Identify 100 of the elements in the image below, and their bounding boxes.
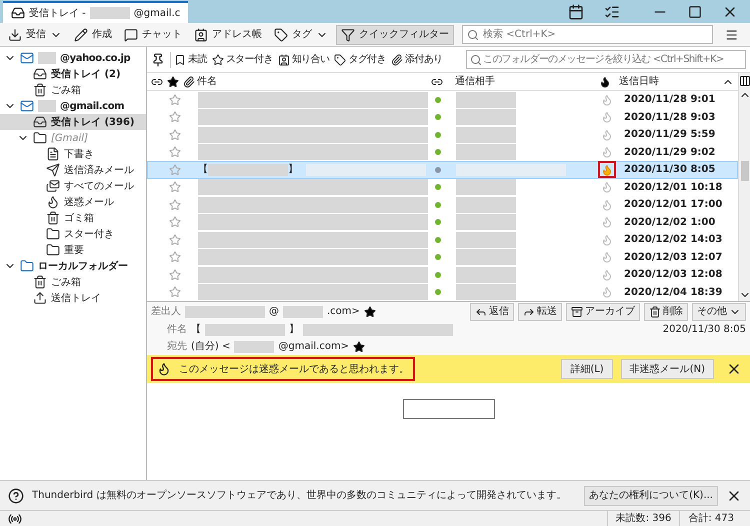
header-button[interactable]: 返信: [470, 302, 514, 321]
column-header[interactable]: 送信日時: [611, 74, 722, 89]
mail-tab[interactable]: 受信トレイ - @gmail.c: [3, 1, 188, 23]
flame-icon: [601, 251, 613, 264]
trash-icon: [33, 83, 47, 97]
paperclip-icon: [391, 54, 404, 66]
star-icon[interactable]: [169, 234, 181, 246]
filter-button[interactable]: 知り合い: [276, 52, 332, 67]
flame-icon: [601, 94, 613, 106]
column-picker-icon[interactable]: [738, 75, 750, 87]
message-row[interactable]: 2020/11/29 9:02: [147, 144, 738, 161]
column-header[interactable]: 通信相手: [447, 74, 597, 89]
folder-item[interactable]: [Gmail]: [0, 130, 146, 146]
envelope-icon: [20, 99, 34, 113]
rights-button[interactable]: あなたの権利について(K)...: [584, 486, 718, 506]
online-status-icon[interactable]: [8, 512, 22, 526]
star-icon[interactable]: [169, 164, 181, 176]
folder-item[interactable]: すべてのメール: [0, 178, 146, 194]
folder-item[interactable]: ローカルフォルダー: [0, 258, 146, 274]
message-row[interactable]: 2020/12/03 12:08: [147, 266, 738, 284]
star-icon[interactable]: [169, 94, 181, 106]
folder-item[interactable]: 送信済みメール: [0, 162, 146, 178]
flame-icon[interactable]: [599, 76, 611, 88]
search-field[interactable]: 検索 <Ctrl+K>: [462, 25, 713, 44]
recipient-text: @gmail.com>: [278, 340, 350, 354]
scroll-thumb[interactable]: [740, 161, 748, 181]
message-row[interactable]: 2020/11/28 9:03: [147, 108, 738, 126]
message-row[interactable]: 2020/12/02 14:03: [147, 231, 738, 248]
redacted-block: [456, 214, 516, 230]
message-row[interactable]: 2020/12/02 1:00: [147, 214, 738, 231]
message-row[interactable]: 2020/12/01 10:18: [147, 178, 738, 196]
field-label: 宛先: [167, 340, 187, 354]
message-row[interactable]: 2020/12/04 18:39: [147, 284, 738, 301]
calendar-icon[interactable]: [568, 4, 584, 20]
folder-item[interactable]: 下書き: [0, 146, 146, 162]
folder-item[interactable]: ゴミ箱: [0, 210, 146, 226]
folder-label: 受信トレイ (396): [51, 116, 134, 130]
star-icon[interactable]: [169, 251, 181, 264]
filter-button[interactable]: 添付あり: [389, 52, 445, 67]
filter-button[interactable]: 未読: [172, 52, 209, 67]
date-cell-text: 2020/11/29 9:02: [623, 146, 716, 160]
toolbar-button[interactable]: クイックフィルター: [336, 24, 454, 44]
maximize-icon[interactable]: [688, 4, 702, 18]
folder-item[interactable]: ごみ箱: [0, 82, 146, 98]
folder-item[interactable]: 重要: [0, 242, 146, 258]
star-icon[interactable]: [169, 268, 181, 281]
star-icon[interactable]: [169, 198, 181, 211]
message-row[interactable]: 2020/12/01 17:00: [147, 196, 738, 214]
toolbar-button[interactable]: タグ: [270, 24, 332, 44]
folder-item[interactable]: @gmail.com: [0, 98, 146, 114]
trash-icon: [46, 211, 60, 225]
unread-count: 未読数: 396: [606, 511, 680, 526]
star-icon[interactable]: [169, 181, 181, 194]
filter-button[interactable]: タグ付き: [332, 52, 388, 67]
header-button[interactable]: その他: [692, 302, 746, 321]
star-icon[interactable]: [167, 76, 179, 88]
folder-label: 迷惑メール: [64, 196, 114, 210]
message-row[interactable]: 2020/11/29 5:59: [147, 126, 738, 144]
folder-item[interactable]: @yahoo.co.jp: [0, 50, 146, 66]
redacted-block: [456, 109, 516, 126]
filter-button[interactable]: スター付き: [210, 52, 275, 67]
star-icon[interactable]: [169, 286, 181, 298]
redacted-block: [456, 284, 516, 300]
star-icon[interactable]: [353, 340, 366, 353]
star-icon[interactable]: [169, 128, 181, 141]
tasks-icon[interactable]: [604, 4, 620, 20]
folder-item[interactable]: スター付き: [0, 226, 146, 242]
message-row[interactable]: 2020/12/03 12:07: [147, 248, 738, 266]
star-icon[interactable]: [169, 216, 181, 228]
toolbar-button[interactable]: 作成: [70, 24, 116, 44]
folder-item[interactable]: 迷惑メール: [0, 194, 146, 210]
header-button[interactable]: 転送: [518, 302, 562, 321]
pencil-icon: [74, 28, 88, 42]
toolbar-button[interactable]: チャット: [120, 24, 186, 44]
folder-item[interactable]: 受信トレイ (2): [0, 66, 146, 82]
star-icon[interactable]: [169, 111, 181, 124]
upload-icon: [33, 291, 47, 305]
pin-icon[interactable]: [151, 52, 165, 66]
toolbar-button[interactable]: アドレス帳: [190, 24, 266, 44]
paperclip-icon[interactable]: [183, 76, 195, 88]
folder-item[interactable]: 受信トレイ (396): [0, 114, 146, 130]
filter-field[interactable]: このフォルダーのメッセージを絞り込む <Ctrl+Shift+K>: [466, 50, 746, 69]
message-row[interactable]: 2020/11/28 9:01: [147, 91, 738, 108]
folder-item[interactable]: 送信トレイ: [0, 290, 146, 306]
flame-icon: [601, 216, 613, 228]
junk-bar-button[interactable]: 非迷惑メール(N): [620, 359, 714, 379]
header-button[interactable]: 削除: [644, 302, 688, 321]
date-cell-text: 2020/12/01 10:18: [623, 180, 722, 195]
redacted-block: [456, 126, 516, 143]
message-row[interactable]: 【 】 2020/11/30 8:05: [147, 161, 738, 178]
star-icon[interactable]: [364, 306, 376, 318]
junk-indicator[interactable]: [598, 161, 616, 178]
inbox-tray-icon: [33, 115, 47, 129]
junk-bar-button[interactable]: 詳細(L): [561, 359, 613, 379]
folder-item[interactable]: ごみ箱: [0, 274, 146, 290]
date-cell-text: 2020/12/02 1:00: [623, 216, 716, 230]
header-button[interactable]: アーカイブ: [566, 302, 640, 321]
star-icon[interactable]: [169, 146, 181, 158]
column-header[interactable]: 件名: [197, 74, 427, 89]
toolbar-button[interactable]: 受信: [4, 24, 66, 44]
